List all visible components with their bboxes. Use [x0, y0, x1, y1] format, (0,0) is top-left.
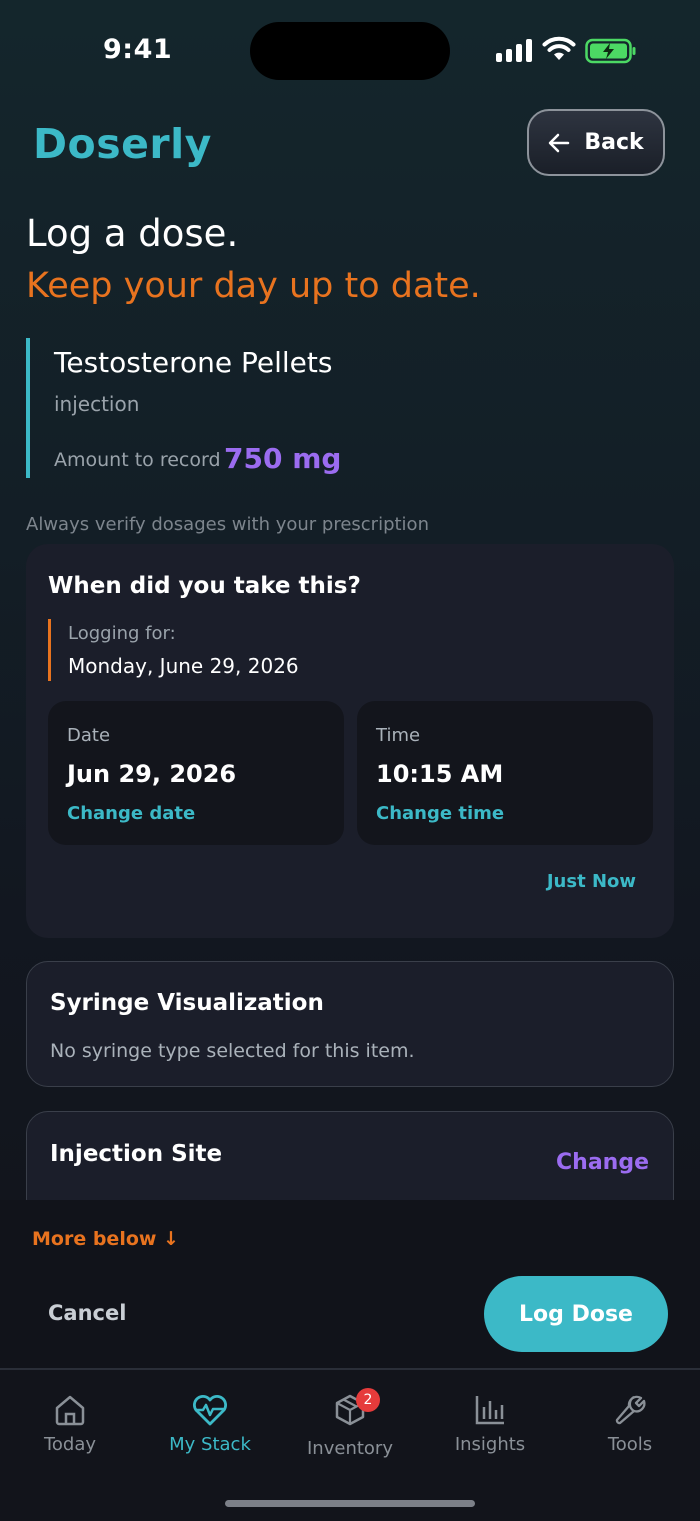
date-label: Date [67, 725, 111, 746]
bar-chart-icon [475, 1396, 504, 1425]
wrench-icon [615, 1395, 646, 1425]
medication-name: Testosterone Pellets [54, 346, 333, 379]
date-value: Jun 29, 2026 [67, 760, 237, 788]
medication-summary: Testosterone Pellets injection Amount to… [26, 338, 630, 478]
back-label: Back [584, 130, 644, 155]
syringe-card-title: Syringe Visualization [50, 990, 324, 1016]
dynamic-island [250, 22, 450, 80]
when-card-title: When did you take this? [48, 573, 361, 599]
heart-pulse-icon [193, 1395, 227, 1426]
when-card: When did you take this? Logging for: Mon… [26, 544, 674, 938]
inventory-badge: 2 [356, 1388, 380, 1412]
app-logo: Doserly [33, 120, 212, 168]
home-indicator [225, 1500, 475, 1507]
amount-value: 750 mg [224, 442, 342, 475]
tab-tools[interactable]: Tools [560, 1392, 700, 1455]
logging-for-date: Monday, June 29, 2026 [68, 654, 299, 678]
status-time: 9:41 [103, 34, 173, 65]
change-date-link[interactable]: Change date [67, 803, 195, 824]
medication-type: injection [54, 392, 140, 416]
injection-site-change-button[interactable]: Change [556, 1150, 649, 1175]
just-now-button[interactable]: Just Now [547, 871, 636, 892]
change-time-link[interactable]: Change time [376, 803, 504, 824]
action-footer: More below ↓ Cancel Log Dose [0, 1200, 700, 1368]
cancel-button[interactable]: Cancel [48, 1301, 126, 1325]
tab-inventory-label: Inventory [307, 1438, 393, 1459]
syringe-visualization-card: Syringe Visualization No syringe type se… [26, 961, 674, 1087]
wifi-icon [542, 36, 576, 60]
time-box[interactable]: Time 10:15 AM Change time [357, 701, 653, 845]
amount-label: Amount to record [54, 449, 221, 471]
date-box[interactable]: Date Jun 29, 2026 Change date [48, 701, 344, 845]
injection-site-title: Injection Site [50, 1141, 223, 1167]
battery-charging-icon [585, 38, 636, 64]
syringe-card-text: No syringe type selected for this item. [50, 1040, 415, 1062]
log-dose-button[interactable]: Log Dose [484, 1276, 668, 1352]
more-below-hint[interactable]: More below ↓ [32, 1228, 179, 1250]
back-button[interactable]: Back [527, 109, 665, 176]
home-icon [55, 1395, 85, 1426]
tab-insights[interactable]: Insights [420, 1392, 560, 1455]
tab-my-stack-label: My Stack [169, 1434, 251, 1455]
tab-my-stack[interactable]: My Stack [140, 1392, 280, 1455]
arrow-left-icon [549, 133, 570, 152]
signal-icon [496, 38, 532, 62]
time-label: Time [376, 725, 421, 746]
tab-bar: Today My Stack 2 Inventory Insights Tool… [0, 1368, 700, 1521]
tab-today-label: Today [43, 1434, 97, 1455]
tab-tools-label: Tools [607, 1434, 653, 1455]
tab-insights-label: Insights [454, 1434, 526, 1455]
disclaimer-text: Always verify dosages with your prescrip… [26, 514, 429, 535]
logging-for-label: Logging for: [68, 623, 176, 644]
page-title: Log a dose. [26, 212, 239, 255]
tab-today[interactable]: Today [0, 1392, 140, 1455]
page-subtitle: Keep your day up to date. [26, 266, 481, 306]
tab-inventory[interactable]: 2 Inventory [280, 1388, 420, 1459]
logging-for: Logging for: Monday, June 29, 2026 [48, 619, 299, 681]
time-value: 10:15 AM [376, 760, 504, 788]
